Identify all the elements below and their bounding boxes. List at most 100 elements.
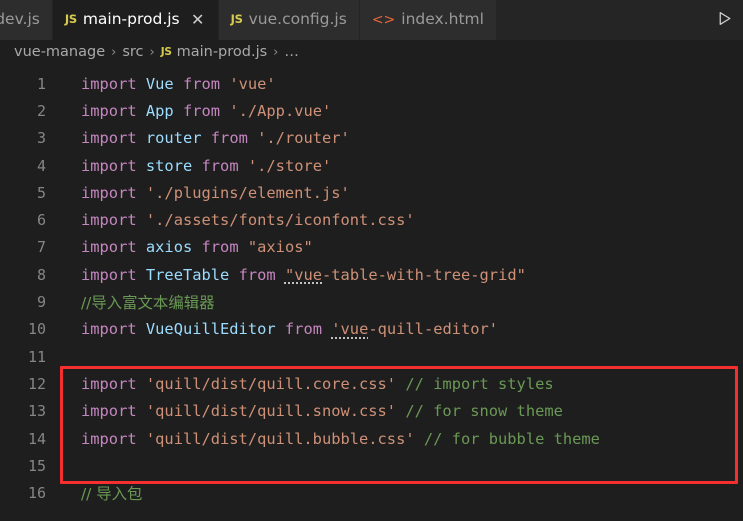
code-token-kw: import <box>81 402 137 421</box>
code-token-str: './assets/fonts/iconfont.css' <box>145 211 415 230</box>
vscode-window: JSain-dev.jsJSmain-prod.js✕JSvue.config.… <box>0 0 743 521</box>
line-number: 2 <box>36 101 46 120</box>
code-token-com: // for snow theme <box>405 402 563 421</box>
code-token-kw: from <box>182 101 221 120</box>
code-token-var: Vue <box>145 74 174 93</box>
code-token-kw: import <box>81 374 137 393</box>
code-line[interactable]: 10 import VueQuillEditor from 'vue-quill-… <box>0 316 743 343</box>
code-token-var: TreeTable <box>145 265 230 284</box>
js-file-icon: JS <box>64 12 77 27</box>
editor-tab-main-prod-js[interactable]: JS main-prod.js ✕ <box>52 0 219 40</box>
line-number: 15 <box>27 456 46 475</box>
code-token-com: //导入富文本编辑器 <box>81 294 215 313</box>
line-number: 14 <box>27 429 46 448</box>
line-number: 7 <box>36 238 46 257</box>
code-line[interactable]: 7 import axios from "axios" <box>0 234 743 261</box>
editor-tab-index-html[interactable]: <> index.html <box>359 0 497 40</box>
code-line[interactable]: 14 import 'quill/dist/quill.bubble.css' /… <box>0 425 743 452</box>
code-line-content: // 导入包 <box>54 482 743 504</box>
js-file-icon: JS <box>230 12 243 27</box>
code-token-str: "axios" <box>247 238 313 257</box>
breadcrumb-item-folder[interactable]: src <box>122 44 143 60</box>
editor-tab-bar: JSain-dev.js JS main-prod.js ✕ JS vue.config.… <box>0 0 743 40</box>
breadcrumb-separator: › <box>273 44 279 60</box>
code-token-var: store <box>145 156 193 175</box>
code-token-kw: import <box>81 211 137 230</box>
code-line[interactable]: 8 import TreeTable from "vue-table-with-t… <box>0 261 743 288</box>
code-token-kw: from <box>210 129 248 148</box>
code-token-str: './store' <box>247 156 332 175</box>
code-line[interactable]: 9 //导入富文本编辑器 <box>0 288 743 315</box>
code-line-content: import './assets/fonts/iconfont.css' <box>54 211 743 229</box>
breadcrumb-item-file[interactable]: main-prod.js <box>177 44 268 60</box>
code-token-var: App <box>145 101 174 120</box>
code-line[interactable]: 11 <box>0 343 743 370</box>
code-line[interactable]: 12 import 'quill/dist/quill.core.css' // … <box>0 370 743 397</box>
code-line-content: import Vue from 'vue' <box>54 75 743 93</box>
breadcrumb-separator: › <box>149 44 155 60</box>
code-line[interactable]: 15 <box>0 452 743 479</box>
code-token-kw: import <box>81 238 137 257</box>
code-line-content: import TreeTable from "vue-table-with-tr… <box>54 266 743 284</box>
code-line-content: //导入富文本编辑器 <box>54 291 743 313</box>
code-token-str: 'quill/dist/quill.bubble.css' <box>145 429 415 448</box>
breadcrumb-item-symbol[interactable]: … <box>284 44 300 60</box>
code-line[interactable]: 16 // 导入包 <box>0 479 743 506</box>
code-token-str: "vue <box>284 265 323 284</box>
code-token-str: -table-with-tree-grid" <box>322 265 526 284</box>
code-line[interactable]: 3 import router from './router' <box>0 125 743 152</box>
line-number: 6 <box>36 211 46 230</box>
code-token-kw: import <box>81 101 137 120</box>
code-line[interactable]: 2 import App from './App.vue' <box>0 97 743 124</box>
html-file-icon: <> <box>371 12 396 28</box>
code-line[interactable]: 4 import store from './store' <box>0 152 743 179</box>
code-line[interactable]: 5 import './plugins/element.js' <box>0 179 743 206</box>
line-number: 8 <box>36 265 46 284</box>
code-line-content: import './plugins/element.js' <box>54 184 743 202</box>
code-line[interactable]: 13 import 'quill/dist/quill.snow.css' // … <box>0 398 743 425</box>
code-line-content: import 'quill/dist/quill.bubble.css' // … <box>54 430 743 448</box>
breadcrumb-item-project[interactable]: vue-manage <box>14 44 105 60</box>
code-token-str: './plugins/element.js' <box>145 183 350 202</box>
code-line[interactable]: 1 import Vue from 'vue' <box>0 70 743 97</box>
code-token-kw: from <box>201 156 239 175</box>
code-token-kw: from <box>201 238 239 257</box>
editor-tab-ain-dev-js[interactable]: JSain-dev.js <box>0 0 53 40</box>
code-line-content: import VueQuillEditor from 'vue-quill-ed… <box>54 320 743 338</box>
code-token-com: // import styles <box>405 374 554 393</box>
code-token-str: 'vue <box>331 320 369 339</box>
code-line[interactable]: 6 import './assets/fonts/iconfont.css' <box>0 206 743 233</box>
play-triangle-icon[interactable] <box>716 10 733 31</box>
code-token-kw: import <box>81 265 137 284</box>
code-line-content: import 'quill/dist/quill.core.css' // im… <box>54 375 743 393</box>
line-number: 3 <box>36 129 46 148</box>
code-token-str: './router' <box>257 129 350 148</box>
code-lines-container: 1 import Vue from 'vue' 2 import App from '… <box>0 70 743 507</box>
code-editor[interactable]: 1 import Vue from 'vue' 2 import App from '… <box>0 64 743 521</box>
editor-tab-vue-config-js[interactable]: JS vue.config.js <box>218 0 360 40</box>
code-line-content: import axios from "axios" <box>54 238 743 256</box>
close-icon[interactable]: ✕ <box>190 12 206 28</box>
code-line-content: import App from './App.vue' <box>54 102 743 120</box>
line-number: 4 <box>36 156 46 175</box>
line-number: 12 <box>27 374 46 393</box>
line-number: 5 <box>36 183 46 202</box>
